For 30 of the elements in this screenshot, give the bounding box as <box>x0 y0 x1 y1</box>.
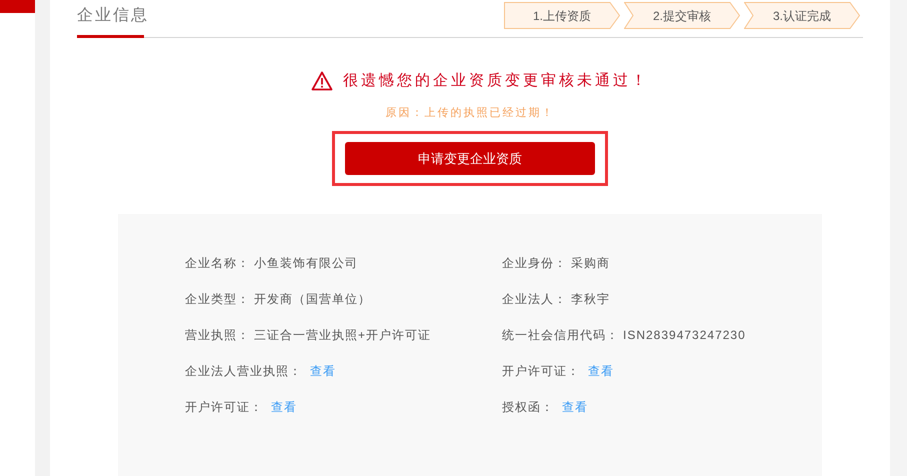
view-link[interactable]: 查看 <box>310 362 336 380</box>
field-label: 企业名称： <box>185 255 250 272</box>
view-link[interactable]: 查看 <box>271 398 297 416</box>
reason-text: 原因：上传的执照已经过期！ <box>386 106 554 120</box>
view-link[interactable]: 查看 <box>588 362 614 380</box>
field-value: ISN2839473247230 <box>623 327 746 344</box>
warning-icon <box>311 71 333 92</box>
field-value: 李秋宇 <box>571 291 610 308</box>
field-label: 营业执照： <box>185 327 250 344</box>
sidebar-marker <box>0 0 35 13</box>
field-label: 企业类型： <box>185 291 250 308</box>
field-value: 开发商（国营单位） <box>254 291 371 308</box>
field-label: 授权函： <box>502 399 554 416</box>
apply-change-button[interactable]: 申请变更企业资质 <box>345 142 595 175</box>
field-value: 小鱼装饰有限公司 <box>254 255 358 272</box>
section-title: 企业信息 <box>77 6 149 26</box>
field-label: 统一社会信用代码： <box>502 327 619 344</box>
step-indicator: 1.上传资质 <box>504 2 620 29</box>
step-indicator: 2.提交审核 <box>624 2 740 29</box>
view-link[interactable]: 查看 <box>562 398 588 416</box>
field-value: 采购商 <box>571 255 610 272</box>
field-label: 企业法人： <box>502 291 567 308</box>
alert-message: 很遗憾您的企业资质变更审核未通过！ <box>343 71 649 91</box>
field-value: 三证合一营业执照+开户许可证 <box>254 327 432 344</box>
title-underline <box>77 35 144 38</box>
field-label: 企业法人营业执照： <box>185 363 302 380</box>
field-label: 企业身份： <box>502 255 567 272</box>
step-indicator: 3.认证完成 <box>744 2 860 29</box>
field-label: 开户许可证： <box>185 399 263 416</box>
field-label: 开户许可证： <box>502 363 580 380</box>
